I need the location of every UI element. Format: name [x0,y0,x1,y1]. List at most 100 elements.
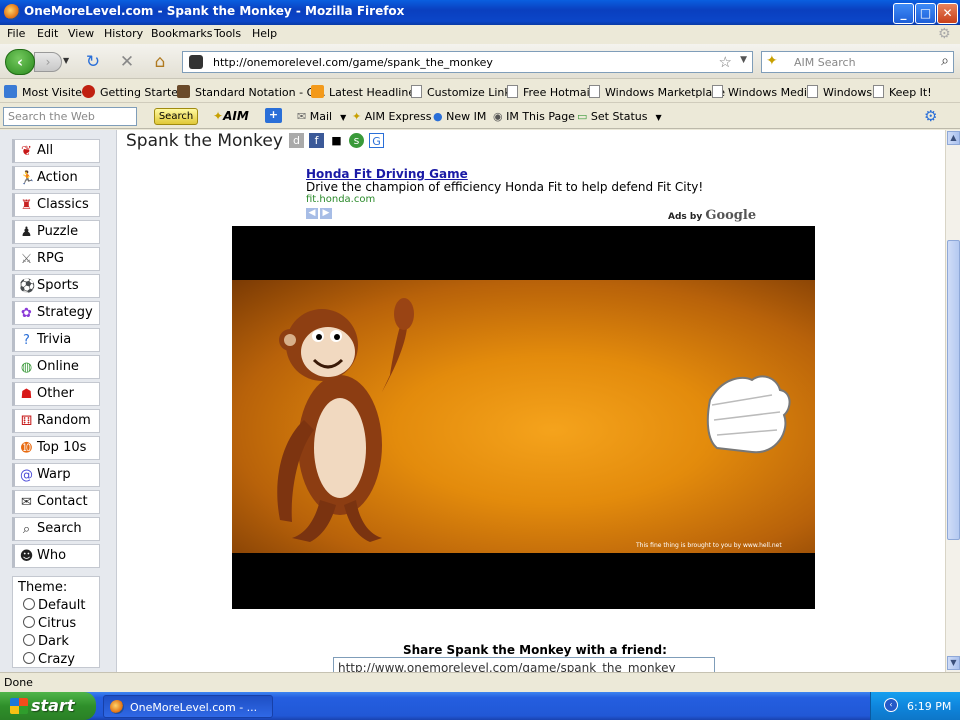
radio-button[interactable] [23,616,35,628]
url-bar[interactable]: http://onemorelevel.com/game/spank_the_m… [182,51,753,73]
game-credit: This fine thing is brought to you by www… [636,542,782,549]
bookmark-latest-headlines[interactable]: Latest Headlines [311,85,421,99]
menu-edit[interactable]: Edit [37,27,58,40]
sidebar-item-warp[interactable]: @ Warp [12,463,100,487]
sidebar-item-all[interactable]: ❦ All [12,139,100,163]
status-dropdown-icon[interactable]: ▼ [656,113,662,122]
game-stage[interactable] [232,280,815,553]
bookmarks-toolbar: Most Visited Getting Started Standard No… [0,81,960,103]
aim-runner-icon: ✦ [213,109,224,123]
web-search-input[interactable]: Search the Web [3,107,137,126]
bookmark-free-hotmail[interactable]: Free Hotmail [507,85,593,99]
google-bookmark-icon[interactable]: G [369,133,384,148]
history-dropdown-icon[interactable]: ▼ [63,56,69,65]
radio-button[interactable] [23,598,35,610]
bookmark-windows-marketplace[interactable]: Windows Marketplace [589,85,725,99]
scroll-up-button[interactable]: ▲ [947,131,960,145]
menu-help[interactable]: Help [252,27,277,40]
sidebar-item-puzzle[interactable]: ♟ Puzzle [12,220,100,244]
bookmark-standard-notation[interactable]: Standard Notation - G... [177,85,326,99]
menu-tools[interactable]: Tools [214,27,241,40]
sidebar-item-top10s[interactable]: ➓ Top 10s [12,436,100,460]
bookmark-windows[interactable]: Windows [807,85,872,99]
question-icon: ? [23,333,30,348]
set-status-button[interactable]: ▭ Set Status ▼ [577,110,662,123]
close-button[interactable]: ✕ [937,3,958,24]
start-button[interactable]: start [0,692,96,720]
web-search-button[interactable]: Search [154,108,198,125]
sidebar-item-who[interactable]: ☻ Who [12,544,100,568]
bookmark-getting-started[interactable]: Getting Started [82,85,185,99]
aim-express-button[interactable]: ✦ AIM Express [352,110,431,123]
theme-option-default[interactable]: Default [23,598,86,613]
menu-view[interactable]: View [68,27,94,40]
sidebar-item-contact[interactable]: ✉ Contact [12,490,100,514]
search-icon[interactable]: ⌕ [941,53,949,69]
digg-icon[interactable]: d [289,133,304,148]
sidebar-item-classics[interactable]: ♜ Classics [12,193,100,217]
bookmark-customize-links[interactable]: Customize Links [411,85,517,99]
aim-search-placeholder[interactable]: AIM Search [794,56,856,69]
forward-button[interactable]: › [34,52,62,72]
sidebar-item-sports[interactable]: ⚽ Sports [12,274,100,298]
sidebar-item-random[interactable]: ⚅ Random [12,409,100,433]
ad-next-button[interactable]: ▶ [320,208,332,219]
sidebar-item-online[interactable]: ◍ Online [12,355,100,379]
sidebar-item-rpg[interactable]: ⚔ RPG [12,247,100,271]
aim-runner-icon[interactable]: ✦ [766,53,778,69]
bookmark-most-visited[interactable]: Most Visited [4,85,89,99]
menu-file[interactable]: File [7,27,25,40]
globe-icon [4,85,17,98]
radio-button[interactable] [23,634,35,646]
sidebar-item-other[interactable]: ☗ Other [12,382,100,406]
home-icon[interactable]: ⌂ [150,53,170,73]
vertical-scrollbar[interactable]: ▲ ▼ [945,130,960,672]
stop-icon[interactable]: ✕ [117,53,137,73]
globe-icon: ◍ [20,360,33,375]
scroll-thumb[interactable] [947,240,960,540]
tray-clock[interactable]: 6:19 PM [907,700,951,713]
bookmark-star-icon[interactable]: ☆ [719,53,732,71]
aim-logo[interactable]: ✦AIM [213,109,249,123]
sidebar-item-trivia[interactable]: ? Trivia [12,328,100,352]
delicious-icon[interactable]: ■ [329,133,344,148]
ad-prev-button[interactable]: ◀ [306,208,318,219]
scroll-down-button[interactable]: ▼ [947,656,960,670]
theme-option-dark[interactable]: Dark [23,634,69,649]
mail-dropdown-icon[interactable]: ▼ [340,113,346,122]
new-im-button[interactable]: ● New IM [433,110,486,123]
url-dropdown-icon[interactable]: ▼ [740,55,747,65]
reload-icon[interactable]: ↻ [83,53,103,73]
radio-button[interactable] [23,652,35,664]
add-buddy-icon[interactable]: + [265,108,282,123]
minimize-button[interactable]: _ [893,3,914,24]
maximize-button[interactable]: □ [915,3,936,24]
url-text[interactable]: http://onemorelevel.com/game/spank_the_m… [213,56,493,69]
sidebar-item-strategy[interactable]: ✿ Strategy [12,301,100,325]
menu-bookmarks[interactable]: Bookmarks [151,27,212,40]
theme-option-crazy[interactable]: Crazy [23,652,75,667]
share-url-field[interactable]: http://www.onemorelevel.com/game/spank_t… [333,657,715,673]
aim-mail-button[interactable]: ✉ Mail ▼ [297,110,346,123]
sidebar-item-search[interactable]: ⌕ Search [12,517,100,541]
theme-option-citrus[interactable]: Citrus [23,616,76,631]
bookmark-windows-media[interactable]: Windows Media [712,85,814,99]
facebook-icon[interactable]: f [309,133,324,148]
ads-by-google[interactable]: Ads by Google [668,208,756,223]
status-icon: ▭ [577,110,591,123]
ad-url-link[interactable]: fit.honda.com [306,194,375,205]
tray-chevron-icon[interactable]: ‹ [884,698,898,712]
aim-search-box[interactable]: ✦ AIM Search ⌕ [761,51,954,73]
bookmark-keep-it[interactable]: Keep It! [873,85,932,99]
back-button[interactable]: ‹ [5,49,35,75]
stumbleupon-icon[interactable]: s [349,133,364,148]
window-title-bar[interactable]: OneMoreLevel.com - Spank the Monkey - Mo… [0,0,960,25]
aim-settings-icon[interactable]: ⚙ [924,107,937,125]
im-this-page-button[interactable]: ◉ IM This Page [493,110,575,123]
taskbar-firefox-item[interactable]: OneMoreLevel.com - ... [103,695,273,718]
sidebar-item-action[interactable]: 🏃 Action [12,166,100,190]
page-icon [507,85,518,98]
page-icon [712,85,723,98]
ad-title-link[interactable]: Honda Fit Driving Game [306,167,468,181]
menu-history[interactable]: History [104,27,143,40]
